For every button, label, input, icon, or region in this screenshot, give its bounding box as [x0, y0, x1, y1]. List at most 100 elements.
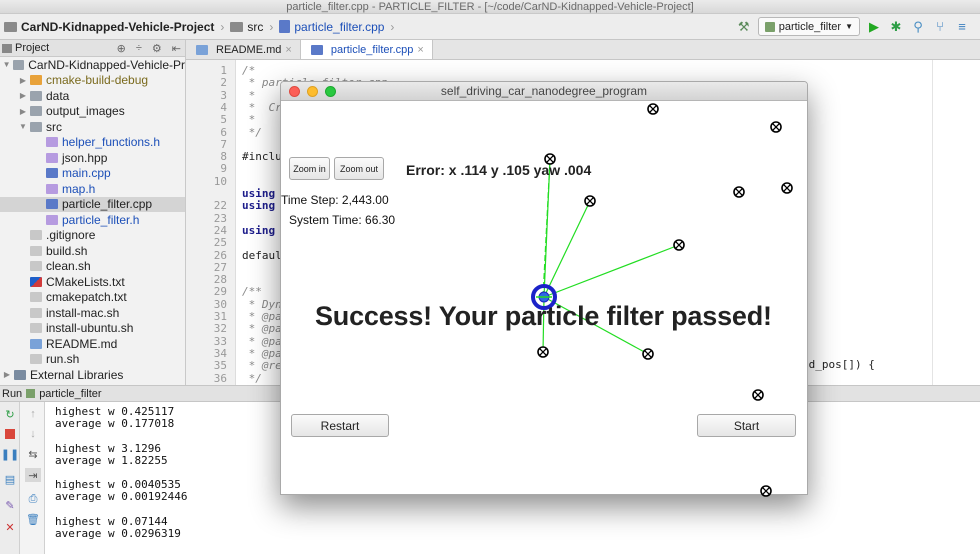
tree-item[interactable]: clean.sh [0, 259, 185, 275]
tree-item[interactable]: main.cpp [0, 166, 185, 182]
tree-item[interactable]: particle_filter.h [0, 212, 185, 228]
folder-icon [30, 106, 42, 117]
code-line: /** [242, 285, 262, 299]
code-line: */ [242, 125, 262, 139]
console-line: average w 0.00192446 [55, 490, 188, 504]
chevron-down-icon[interactable]: ▼ [2, 60, 11, 69]
vcs-icon[interactable]: ⑂ [932, 19, 948, 35]
breadcrumb-folder[interactable]: src [226, 20, 267, 34]
tree-item-label: map.h [62, 181, 96, 196]
tab-readme[interactable]: README.md × [186, 40, 301, 59]
tree-item-label: .gitignore [46, 228, 96, 243]
tree-item[interactable]: ▶ data [0, 88, 185, 104]
breadcrumb-project[interactable]: CarND-Kidnapped-Vehicle-Project [0, 20, 218, 34]
project-panel-icon [2, 43, 12, 53]
pause-icon[interactable]: ❚❚ [1, 447, 19, 461]
folder-icon [4, 21, 17, 32]
debug-bug-icon[interactable]: ✱ [888, 19, 904, 35]
run-config-icon [26, 389, 36, 398]
run-icon[interactable]: ▶ [866, 19, 882, 35]
tree-item[interactable]: ▶ cmake-build-debug [0, 73, 185, 89]
scroll-up-icon[interactable]: ↑ [25, 407, 41, 421]
code-fragment: td_pos[]) { [802, 358, 875, 371]
md-icon [30, 338, 42, 349]
settings-gear-icon[interactable]: ⚙ [152, 42, 162, 55]
navigation-bar: CarND-Kidnapped-Vehicle-Project › src › … [0, 14, 980, 40]
zoom-out-button[interactable]: Zoom out [334, 157, 384, 180]
tree-item[interactable]: particle_filter.cpp [0, 196, 185, 212]
system-time-readout: System Time: 66.30 [289, 213, 396, 227]
zoom-in-button[interactable]: Zoom in [289, 157, 330, 180]
print-icon[interactable]: ⎙ [25, 492, 41, 506]
tree-item-label: helper_functions.h [62, 135, 161, 150]
line-number: 5 [220, 113, 227, 127]
chevron-right-icon[interactable]: ▶ [18, 107, 28, 116]
tree-item[interactable]: install-ubuntu.sh [0, 321, 185, 337]
tree-item-label: build.sh [46, 243, 88, 258]
chevron-right-icon[interactable]: ▶ [18, 76, 28, 85]
line-number: 31 [213, 310, 227, 323]
breadcrumb-file[interactable]: particle_filter.cpp [275, 20, 388, 34]
stop-icon[interactable] [2, 427, 18, 441]
line-number: 6 [220, 125, 227, 139]
tree-item[interactable]: helper_functions.h [0, 135, 185, 151]
line-number: 36 [213, 371, 227, 385]
hide-panel-icon[interactable]: ⇤ [172, 42, 181, 55]
maximize-window-button[interactable] [325, 86, 336, 97]
console-output[interactable]: highest w 0.425117 average w 0.177018 hig… [55, 405, 188, 540]
run-toolbar-secondary: ↑ ↓ ⇆ ⇥ ⎙ 🗑 [20, 402, 45, 554]
collapse-icon[interactable]: ÷ [136, 42, 142, 55]
tree-item-label: particle_filter.cpp [62, 197, 153, 212]
line-number: 9 [220, 162, 227, 176]
tree-item[interactable]: README.md [0, 336, 185, 352]
code-line: /* [242, 64, 256, 77]
tree-item-label: install-mac.sh [46, 305, 120, 320]
start-button[interactable]: Start [697, 414, 796, 437]
restart-button[interactable]: Restart [291, 414, 389, 437]
dump-threads-icon[interactable]: ▤ [2, 472, 18, 486]
run-panel-config: particle_filter [39, 387, 102, 400]
tree-item[interactable]: run.sh [0, 352, 185, 368]
line-number: 4 [220, 100, 227, 114]
tree-item-label: CMakeLists.txt [46, 274, 125, 289]
locate-icon[interactable]: ⊕ [117, 42, 126, 55]
rerun-icon[interactable]: ↻ [2, 407, 18, 421]
scroll-to-end-icon[interactable]: ⇥ [25, 468, 41, 482]
error-readout: Error: x .114 y .105 yaw .004 [406, 162, 592, 178]
minimize-window-button[interactable] [307, 86, 318, 97]
tree-item[interactable]: install-mac.sh [0, 305, 185, 321]
tab-label: README.md [216, 43, 282, 56]
tree-item[interactable]: map.h [0, 181, 185, 197]
run-config-selector[interactable]: particle_filter ▼ [757, 17, 860, 36]
simulator-window: self_driving_car_nanodegree_program Zoom… [280, 81, 808, 495]
tab-particle-filter-cpp[interactable]: particle_filter.cpp × [300, 40, 433, 59]
landmark-marker [537, 346, 549, 358]
close-icon[interactable]: × [285, 44, 291, 56]
close-window-button[interactable] [289, 86, 300, 97]
tree-item[interactable]: ▶ output_images [0, 104, 185, 120]
line-number: 32 [213, 322, 227, 336]
structure-icon[interactable]: ≡ [954, 19, 970, 35]
tree-item[interactable]: ▼ src [0, 119, 185, 135]
chevron-right-icon[interactable]: ▶ [18, 91, 28, 100]
tree-item[interactable]: cmakepatch.txt [0, 290, 185, 306]
chevron-down-icon[interactable]: ▼ [18, 122, 28, 131]
trash-icon[interactable]: 🗑 [25, 512, 41, 526]
tree-item-label: json.hpp [62, 150, 108, 165]
line-number: 2 [220, 76, 227, 90]
tree-item[interactable]: build.sh [0, 243, 185, 259]
scroll-down-icon[interactable]: ↓ [25, 427, 41, 441]
chevron-right-icon[interactable]: ▶ [2, 370, 12, 379]
close-icon[interactable]: × [417, 44, 423, 56]
coverage-icon[interactable]: ⚲ [910, 19, 926, 35]
tree-item[interactable]: json.hpp [0, 150, 185, 166]
tree-item[interactable]: CMakeLists.txt [0, 274, 185, 290]
pin-icon[interactable]: ✎ [2, 498, 18, 512]
tree-item[interactable]: .gitignore [0, 228, 185, 244]
tree-item[interactable]: ▶ External Libraries [0, 367, 185, 383]
tree-item[interactable]: ▼ CarND-Kidnapped-Vehicle-Pr [0, 57, 185, 73]
build-hammer-icon[interactable]: ⚒ [736, 19, 752, 35]
soft-wrap-icon[interactable]: ⇆ [25, 447, 41, 461]
close-icon[interactable]: ✕ [2, 520, 18, 534]
tree-item-label: particle_filter.h [62, 212, 140, 227]
